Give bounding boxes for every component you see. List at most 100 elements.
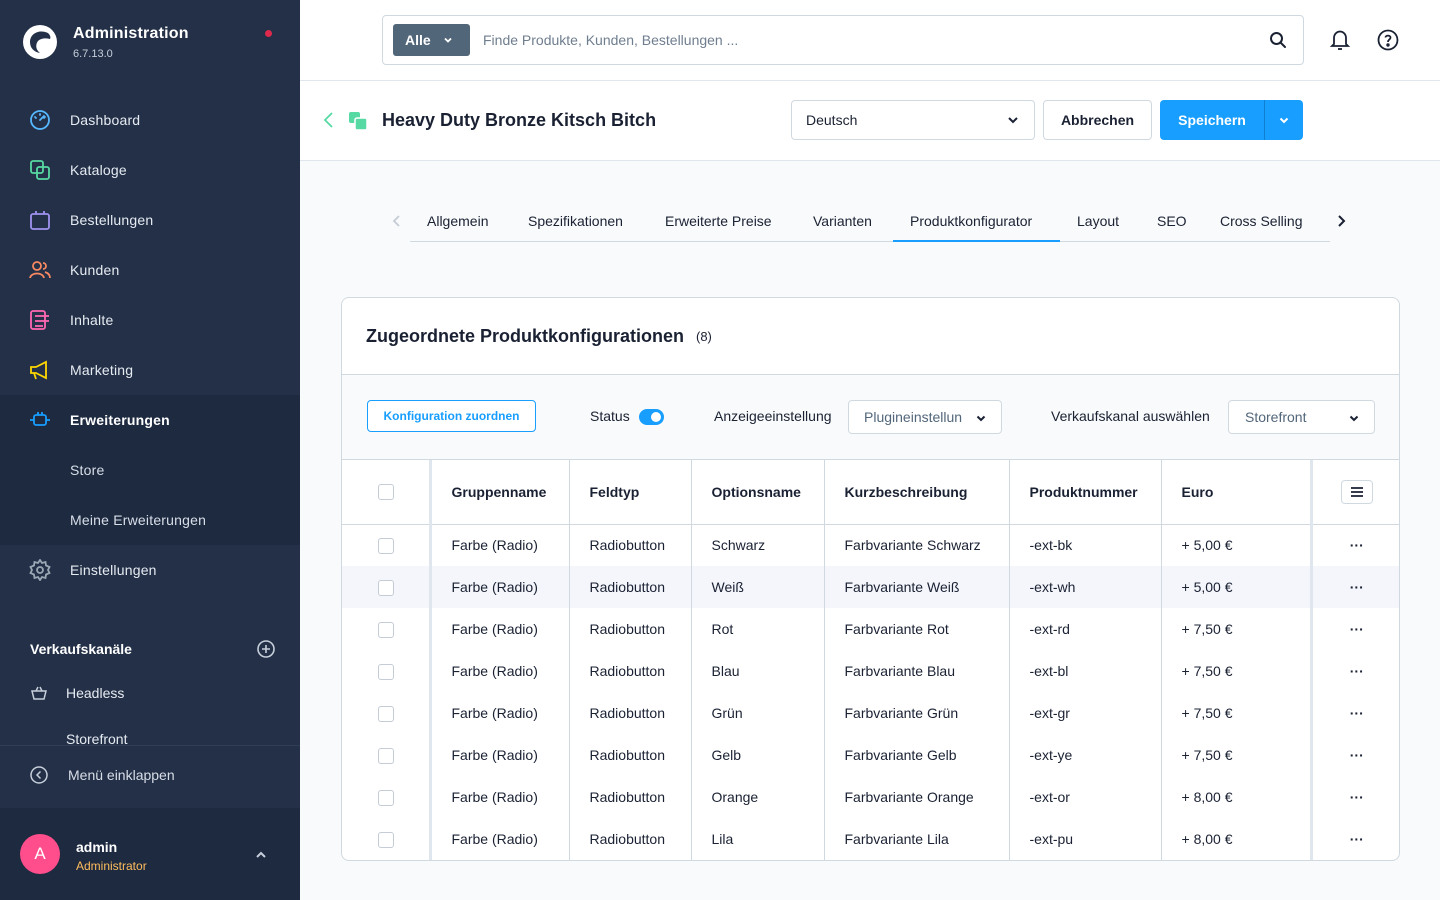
language-select[interactable]: Deutsch xyxy=(791,100,1035,140)
row-checkbox[interactable] xyxy=(378,705,394,722)
sales-channel-storefront[interactable]: Storefront xyxy=(30,732,275,744)
notifications-bell-icon[interactable] xyxy=(1328,28,1352,52)
row-checkbox[interactable] xyxy=(378,789,394,806)
sales-channel-headless[interactable]: Headless xyxy=(30,684,124,702)
chevron-down-icon xyxy=(444,37,452,43)
sales-channel-label: Verkaufskanal auswählen xyxy=(1051,408,1210,424)
select-all-cell xyxy=(342,460,430,525)
table-row[interactable]: Farbe (Radio) Radiobutton Gelb Farbvariante… xyxy=(342,734,1399,776)
table-row[interactable]: Farbe (Radio) Radiobutton Lila Farbvariante… xyxy=(342,818,1399,860)
table-cell: Radiobutton xyxy=(568,650,691,692)
row-checkbox[interactable] xyxy=(378,831,394,848)
tab-varianten[interactable]: Varianten xyxy=(813,213,872,242)
nav-item-einstellungen[interactable]: Einstellungen xyxy=(0,545,300,595)
column-header[interactable]: Euro xyxy=(1160,460,1313,525)
content-icon xyxy=(28,308,52,332)
tab-spezifikationen[interactable]: Spezifikationen xyxy=(528,213,623,242)
table-row[interactable]: Farbe (Radio) Radiobutton Schwarz Farbvaria… xyxy=(342,524,1399,566)
collapse-menu-button[interactable]: Menü einklappen xyxy=(30,766,175,784)
table-row[interactable]: Farbe (Radio) Radiobutton Grün Farbvariante… xyxy=(342,692,1399,734)
table-cell: Radiobutton xyxy=(568,608,691,650)
column-header[interactable]: Gruppenname xyxy=(428,460,569,525)
row-checkbox[interactable] xyxy=(378,663,394,680)
save-options-button[interactable] xyxy=(1264,100,1303,140)
add-sales-channel-icon[interactable] xyxy=(257,640,275,658)
table-cell: -ext-or xyxy=(1008,776,1161,818)
table-cell: Farbvariante Gelb xyxy=(823,734,1009,776)
tab-layout[interactable]: Layout xyxy=(1077,213,1119,242)
table-cell: Rot xyxy=(690,608,824,650)
row-checkbox[interactable] xyxy=(378,579,394,596)
column-header[interactable]: Kurzbeschreibung xyxy=(823,460,1009,525)
user-name: admin xyxy=(76,839,118,855)
more-actions-icon[interactable]: ··· xyxy=(1350,831,1364,847)
row-checkbox[interactable] xyxy=(378,747,394,764)
tabs-scroll-right-icon[interactable] xyxy=(1334,212,1348,230)
row-checkbox[interactable] xyxy=(378,621,394,638)
tab-seo[interactable]: SEO xyxy=(1157,213,1187,242)
nav-item-store[interactable]: Store xyxy=(0,445,300,495)
table-row[interactable]: Farbe (Radio) Radiobutton Weiß Farbvariante… xyxy=(342,566,1399,608)
back-arrow-icon[interactable] xyxy=(322,111,336,129)
nav-item-marketing[interactable]: Marketing xyxy=(0,345,300,395)
tab-allgemein[interactable]: Allgemein xyxy=(427,213,488,242)
search-type-select[interactable]: Alle xyxy=(393,24,470,56)
table-cell: Farbe (Radio) xyxy=(428,776,569,818)
nav-label: Einstellungen xyxy=(70,562,157,578)
save-button[interactable]: Speichern xyxy=(1160,100,1264,140)
nav-item-inhalte[interactable]: Inhalte xyxy=(0,295,300,345)
more-actions-icon[interactable]: ··· xyxy=(1350,789,1364,805)
chevron-up-icon[interactable] xyxy=(254,848,268,862)
more-actions-icon[interactable]: ··· xyxy=(1350,705,1364,721)
more-actions-icon[interactable]: ··· xyxy=(1350,663,1364,679)
table-cell: Farbe (Radio) xyxy=(428,650,569,692)
user-profile[interactable]: A admin Administrator xyxy=(0,808,300,900)
search-icon[interactable] xyxy=(1269,31,1287,49)
tab-cross-selling[interactable]: Cross Selling xyxy=(1220,213,1302,242)
row-actions-cell: ··· xyxy=(1311,818,1399,860)
tab-erweiterte-preise[interactable]: Erweiterte Preise xyxy=(665,213,772,242)
more-actions-icon[interactable]: ··· xyxy=(1350,537,1364,553)
extensions-icon xyxy=(28,408,52,432)
nav-item-kunden[interactable]: Kunden xyxy=(0,245,300,295)
nav-item-bestellungen[interactable]: Bestellungen xyxy=(0,195,300,245)
column-header[interactable]: Produktnummer xyxy=(1008,460,1161,525)
brand[interactable]: Administration 6.7.13.0 xyxy=(22,24,189,60)
more-actions-icon[interactable]: ··· xyxy=(1350,621,1364,637)
status-label: Status xyxy=(590,408,630,424)
table-row[interactable]: Farbe (Radio) Radiobutton Orange Farbvarian… xyxy=(342,776,1399,818)
nav-item-meine-erweiterungen[interactable]: Meine Erweiterungen xyxy=(0,495,300,545)
column-settings-button[interactable] xyxy=(1340,479,1373,504)
nav-item-kataloge[interactable]: Kataloge xyxy=(0,145,300,195)
table-row[interactable]: Farbe (Radio) Radiobutton Rot Farbvariante … xyxy=(342,608,1399,650)
table-cell: Farbvariante Schwarz xyxy=(823,524,1009,566)
product-tabs: Allgemein Spezifikationen Erweiterte Pre… xyxy=(410,202,1330,242)
table-cell: -ext-rd xyxy=(1008,608,1161,650)
tab-produktkonfigurator[interactable]: Produktkonfigurator xyxy=(893,213,1060,242)
select-all-checkbox[interactable] xyxy=(378,484,394,501)
nav-item-dashboard[interactable]: Dashboard xyxy=(0,95,300,145)
more-actions-icon[interactable]: ··· xyxy=(1350,579,1364,595)
sales-channel-select[interactable]: Storefront xyxy=(1228,400,1375,434)
column-header[interactable]: Optionsname xyxy=(690,460,824,525)
display-setting-select[interactable]: Plugineinstellung xyxy=(848,400,1002,434)
table-cell: + 8,00 € xyxy=(1160,818,1313,860)
sales-channel-label: Headless xyxy=(66,685,125,701)
nav-label: Dashboard xyxy=(70,112,141,128)
more-actions-icon[interactable]: ··· xyxy=(1350,747,1364,763)
search-input[interactable] xyxy=(483,28,1243,52)
nav-item-erweiterungen[interactable]: Erweiterungen xyxy=(0,395,300,445)
table-row[interactable]: Farbe (Radio) Radiobutton Blau Farbvariante… xyxy=(342,650,1399,692)
cancel-button[interactable]: Abbrechen xyxy=(1043,100,1152,140)
row-checkbox[interactable] xyxy=(378,537,394,554)
main-nav: Dashboard Kataloge Bestellungen Kunden I… xyxy=(0,95,300,595)
tabs-scroll-left-icon[interactable] xyxy=(390,212,404,230)
table-cell: Radiobutton xyxy=(568,818,691,860)
help-icon[interactable] xyxy=(1376,28,1400,52)
row-select-cell xyxy=(342,818,430,860)
assign-configuration-button[interactable]: Konfiguration zuordnen xyxy=(367,400,536,432)
status-toggle[interactable] xyxy=(639,409,664,425)
table-cell: Radiobutton xyxy=(568,566,691,608)
dashboard-icon xyxy=(28,108,52,132)
column-header[interactable]: Feldtyp xyxy=(568,460,691,525)
